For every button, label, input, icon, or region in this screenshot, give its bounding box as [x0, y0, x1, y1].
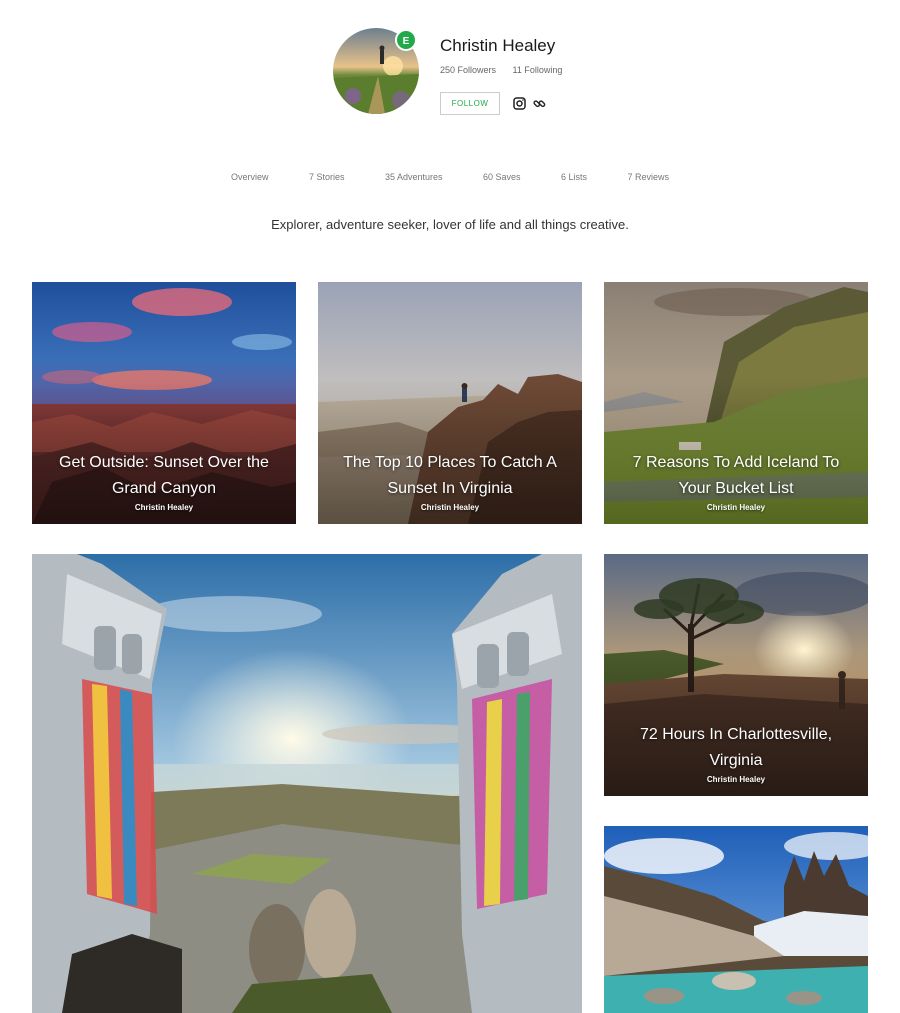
profile-bio: Explorer, adventure seeker, lover of lif…	[271, 217, 629, 232]
expert-badge: E	[395, 29, 417, 51]
card-author[interactable]: Christin Healey	[604, 775, 868, 784]
card-title-line[interactable]: 72 Hours In Charlottesville,	[616, 722, 856, 748]
tab-reviews[interactable]: 7 Reviews	[627, 172, 669, 182]
card-title-line[interactable]: 7 Reasons To Add Iceland To	[616, 450, 856, 476]
profile-tabs: Overview 7 Stories 35 Adventures 60 Save…	[0, 167, 900, 185]
avatar-container[interactable]: E	[333, 28, 419, 114]
tab-adventures[interactable]: 35 Adventures	[385, 172, 443, 182]
story-card[interactable]: 72 Hours In Charlottesville, Virginia Ch…	[604, 554, 868, 796]
story-card[interactable]: The Top 10 Places To Catch A Sunset In V…	[318, 282, 582, 524]
following-count[interactable]: 11 Following	[513, 65, 563, 75]
card-author[interactable]: Christin Healey	[604, 503, 868, 512]
card-author[interactable]: Christin Healey	[318, 503, 582, 512]
story-image	[32, 554, 582, 1013]
card-title-line[interactable]: Get Outside: Sunset Over the	[44, 450, 284, 476]
tab-lists[interactable]: 6 Lists	[561, 172, 587, 182]
story-card[interactable]	[604, 826, 868, 1013]
card-title-line[interactable]: Sunset In Virginia	[330, 476, 570, 502]
tab-stories[interactable]: 7 Stories	[309, 172, 345, 182]
story-card-featured[interactable]	[32, 554, 582, 1013]
card-author[interactable]: Christin Healey	[32, 503, 296, 512]
follow-button[interactable]: FOLLOW	[440, 92, 500, 115]
link-icon[interactable]	[533, 97, 546, 110]
profile-header: E Christin Healey 250 Followers 11 Follo…	[333, 28, 633, 118]
profile-stats: 250 Followers 11 Following	[440, 65, 576, 75]
story-image	[604, 826, 868, 1013]
tab-overview[interactable]: Overview	[231, 172, 269, 182]
profile-name: Christin Healey	[440, 36, 556, 55]
card-title-line[interactable]: The Top 10 Places To Catch A	[330, 450, 570, 476]
story-card[interactable]: 7 Reasons To Add Iceland To Your Bucket …	[604, 282, 868, 524]
card-title-line[interactable]: Grand Canyon	[44, 476, 284, 502]
followers-count[interactable]: 250 Followers	[440, 65, 496, 75]
instagram-icon[interactable]	[513, 97, 526, 110]
card-title-line[interactable]: Your Bucket List	[616, 476, 856, 502]
tab-saves[interactable]: 60 Saves	[483, 172, 521, 182]
card-title-line[interactable]: Virginia	[616, 748, 856, 774]
story-card[interactable]: Get Outside: Sunset Over the Grand Canyo…	[32, 282, 296, 524]
